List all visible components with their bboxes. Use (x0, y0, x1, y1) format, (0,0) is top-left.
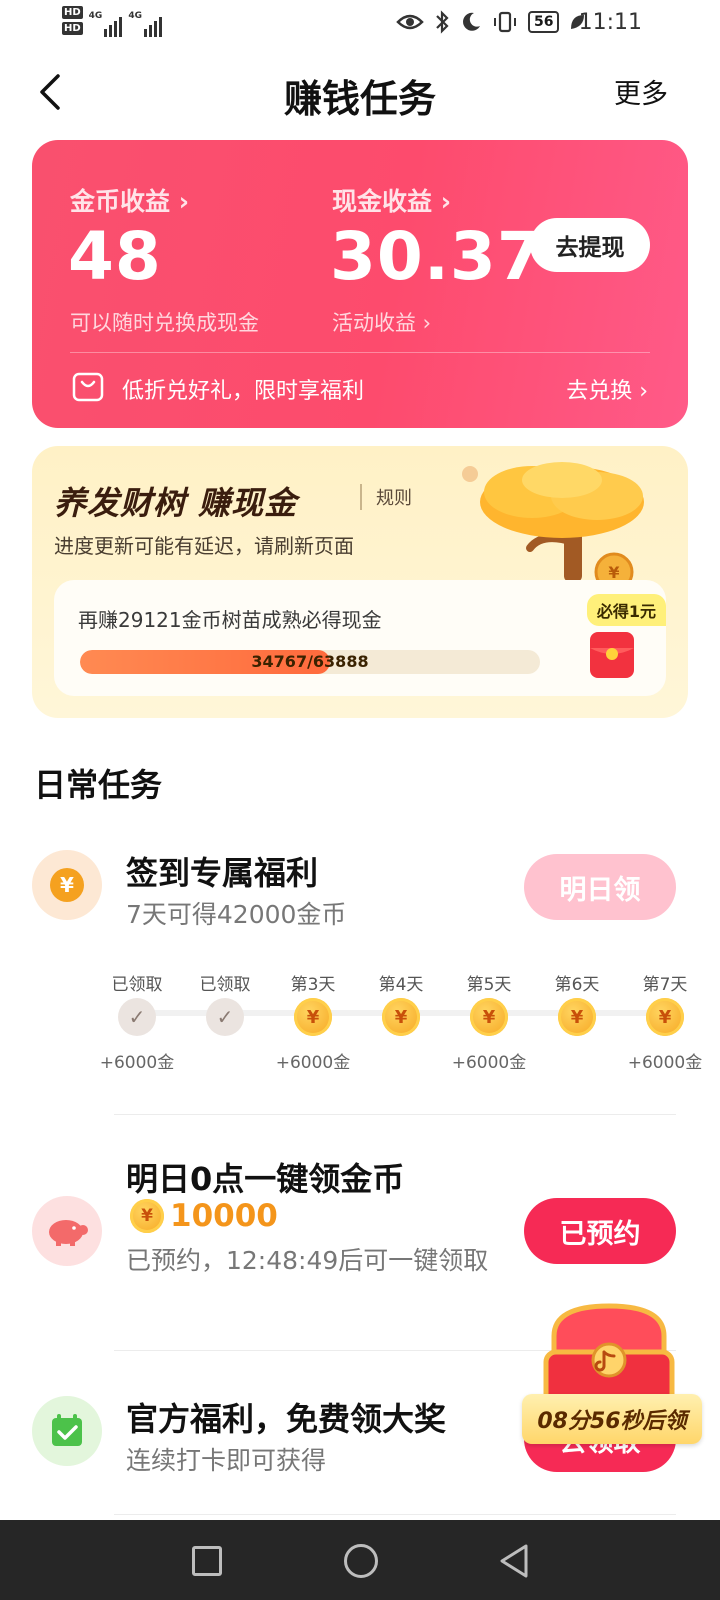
moon-icon (463, 12, 480, 31)
yen-coin-icon: ¥ (50, 868, 84, 902)
tree-progress-box: 再赚29121金币树苗成熟必得现金 34767/63888 必得1元 (54, 580, 666, 696)
coin-earnings-link[interactable]: 金币收益 › (70, 182, 189, 218)
battery-icon: 56 (528, 11, 560, 33)
header: 赚钱任务 更多 (0, 60, 720, 124)
home-icon[interactable] (344, 1544, 378, 1578)
more-button[interactable]: 更多 (614, 72, 668, 111)
checkin-day-reward: +6000金 (99, 1053, 175, 1073)
task-divider (114, 1114, 676, 1115)
coin-earnings-value: 48 (68, 218, 162, 295)
money-tree-card[interactable]: 养发财树 赚现金 规则 进度更新可能有延迟，请刷新页面 ¥ 再赚29121金币树… (32, 446, 688, 718)
system-nav-bar (0, 1520, 720, 1600)
coin-earnings-hint: 可以随时兑换成现金 (70, 311, 259, 335)
signal-icon-2: 4G (128, 11, 162, 37)
gold-task-title: 明日0点一键领金币 (126, 1160, 405, 1198)
svg-text:¥: ¥ (60, 873, 74, 897)
cash-earnings-value: 30.37 (330, 218, 544, 295)
gold-task-amount: ¥ 10000 (130, 1198, 278, 1234)
checkin-day-reward: +6000金 (627, 1053, 703, 1073)
checkin-task-title: 签到专属福利 (126, 854, 319, 892)
promo-text: 低折兑好礼，限时享福利 (122, 379, 365, 404)
chest-countdown[interactable]: 08分56秒后领 (522, 1394, 702, 1444)
checkin-day-label: 第6天 (554, 975, 600, 995)
checkin-day-label: 第4天 (378, 975, 424, 995)
coin-icon: ¥ (558, 998, 596, 1036)
checkin-day-label: 第5天 (466, 975, 512, 995)
official-task-desc: 连续打卡即可获得 (126, 1446, 327, 1475)
recent-apps-icon[interactable] (192, 1546, 222, 1576)
tree-progress-label: 34767/63888 (251, 652, 369, 671)
money-tree-title-part2: 赚现金 (198, 484, 298, 522)
gold-task-icon (32, 1196, 102, 1266)
checkin-day-4: 第4天 ¥ (356, 970, 446, 1036)
nav-back-icon[interactable] (496, 1542, 532, 1580)
tree-progress-text: 再赚29121金币树苗成熟必得现金 (78, 608, 382, 632)
bluetooth-icon (436, 10, 449, 34)
checkin-day-2: 已领取 ✓ (180, 970, 270, 1036)
calendar-check-icon (52, 1414, 82, 1446)
checkin-day-1: 已领取 ✓ +6000金 (92, 970, 182, 1073)
reserved-button[interactable]: 已预约 (524, 1198, 676, 1264)
hd-badge-1: HD (62, 6, 83, 19)
checkin-day-5: 第5天 ¥ +6000金 (444, 970, 534, 1073)
coin-icon: ¥ (470, 998, 508, 1036)
status-bar: HD HD 4G 4G 56 11:11 (0, 0, 720, 50)
daily-tasks-title: 日常任务 (34, 766, 163, 804)
cash-earnings-link[interactable]: 现金收益 › (332, 182, 451, 218)
exchange-link[interactable]: 去兑换 › (566, 373, 648, 405)
coin-icon: ¥ (130, 1199, 164, 1233)
money-tree-title-part1: 养发财树 (54, 484, 187, 522)
shopping-bag-icon (72, 372, 104, 402)
hd-badge-2: HD (62, 22, 83, 35)
task-divider (114, 1514, 676, 1515)
signal-icon-1: 4G (89, 11, 123, 37)
red-packet-icon (590, 632, 634, 678)
official-task-icon (32, 1396, 102, 1466)
checkin-day-label: 已领取 (111, 975, 163, 995)
status-icons: 56 (396, 10, 585, 34)
checkin-days-row: 已领取 ✓ +6000金 已领取 ✓ 第3天 ¥ +6000金 第4天 ¥ 第5天 ¥ +6000金 第6… (100, 970, 703, 1073)
vibrate-icon (494, 11, 516, 33)
piggy-bank-icon (49, 1220, 88, 1246)
checkin-task-desc: 7天可得42000金币 (126, 900, 347, 929)
card-divider (70, 352, 650, 353)
rules-link[interactable]: 规则 (360, 484, 412, 510)
coin-icon: ¥ (294, 998, 332, 1036)
checkin-day-3: 第3天 ¥ +6000金 (268, 970, 358, 1073)
checkin-task-icon: ¥ (32, 850, 102, 920)
page-title: 赚钱任务 (283, 77, 436, 121)
coin-icon: ¥ (382, 998, 420, 1036)
guaranteed-reward-badge: 必得1元 (586, 594, 666, 626)
network-indicators: HD HD 4G 4G (62, 6, 162, 37)
tree-progress-bar: 34767/63888 (80, 650, 540, 674)
checkin-day-7: 第7天 ¥ +6000金 (620, 970, 710, 1073)
checkin-day-label: 已领取 (199, 975, 251, 995)
coin-icon: ¥ (646, 998, 684, 1036)
withdraw-button[interactable]: 去提现 (530, 218, 650, 272)
earnings-card: 金币收益 › 48 可以随时兑换成现金 现金收益 › 30.37 活动收益 › … (32, 140, 688, 428)
checkin-day-6: 第6天 ¥ (532, 970, 622, 1036)
activity-earnings-link[interactable]: 活动收益 › (332, 307, 431, 337)
gold-task-desc: 已预约，12:48:49后可一键领取 (126, 1246, 489, 1275)
checkin-day-reward: +6000金 (451, 1053, 527, 1073)
money-tree-subtitle: 进度更新可能有延迟，请刷新页面 (54, 534, 354, 558)
checkmark-icon: ✓ (118, 998, 156, 1036)
eye-icon (396, 14, 424, 30)
official-task-title: 官方福利，免费领大奖 (126, 1400, 447, 1438)
gold-task-amount-value: 10000 (170, 1198, 278, 1234)
checkmark-icon: ✓ (206, 998, 244, 1036)
checkin-day-label: 第3天 (290, 975, 336, 995)
claim-tomorrow-button[interactable]: 明日领 (524, 854, 676, 920)
checkin-day-label: 第7天 (642, 975, 688, 995)
clock: 11:11 (578, 10, 642, 35)
checkin-day-reward: +6000金 (275, 1053, 351, 1073)
money-tree-title: 养发财树 赚现金 (54, 478, 297, 524)
